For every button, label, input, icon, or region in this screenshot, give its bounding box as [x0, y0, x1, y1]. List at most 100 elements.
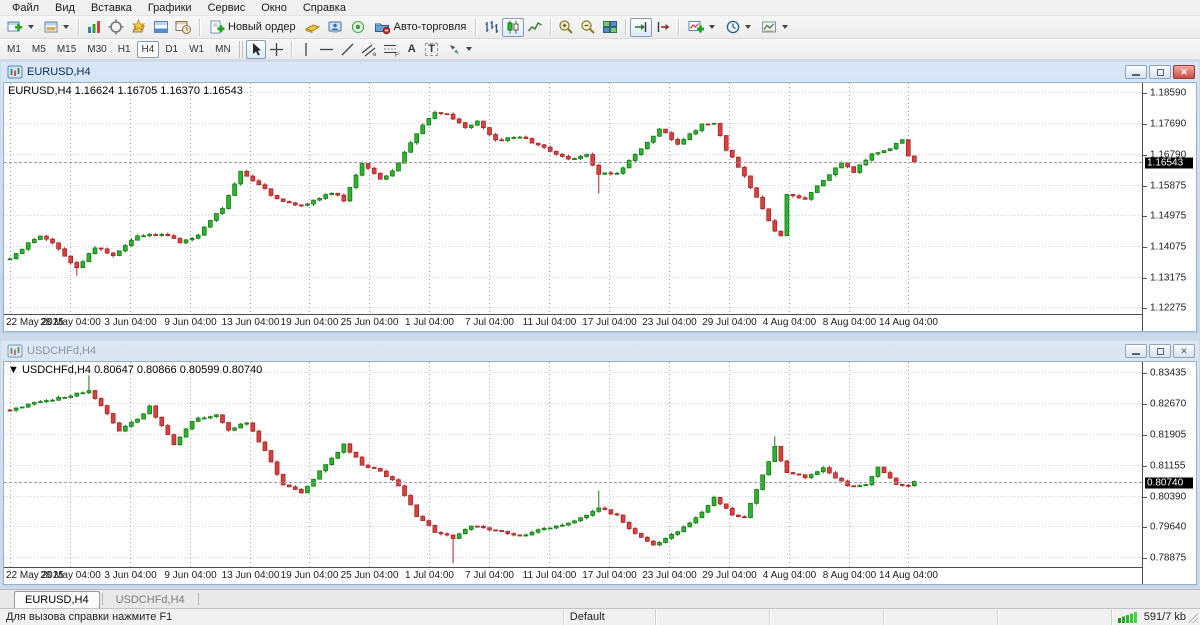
timeframe-button-h4[interactable]: H4 [137, 41, 160, 58]
status-bar: Для вызова справки нажмите F1 Default 59… [0, 608, 1200, 625]
candlestick-mode-button[interactable] [502, 18, 524, 37]
indicators-button[interactable] [683, 18, 720, 37]
price-axis-usdchf[interactable]: 0.834350.826700.819050.811550.803900.796… [1142, 362, 1196, 584]
timeframe-button-h1[interactable]: H1 [113, 41, 136, 58]
current-price-tag: 1.16543 [1145, 157, 1193, 168]
minimize-button[interactable] [1125, 344, 1147, 358]
price-tick-mark [1143, 278, 1147, 279]
text-label-tool-button[interactable]: T [422, 40, 442, 59]
chart-tab[interactable]: USDCHFd,H4 [105, 591, 196, 608]
market-watch-button[interactable] [83, 18, 105, 37]
news-button[interactable] [347, 18, 369, 37]
cursor-tool-button[interactable] [246, 40, 266, 59]
timeframe-button-m30[interactable]: M30 [82, 41, 111, 58]
time-tick-label: 29 Jul 04:00 [702, 317, 757, 328]
bar-chart-mode-button[interactable] [480, 18, 502, 37]
titlebar-eurusd[interactable]: EURUSD,H4 ✕ [3, 64, 1197, 82]
chart-shift-button[interactable] [652, 18, 674, 37]
restore-button[interactable] [1149, 65, 1171, 79]
minimize-button[interactable] [1125, 65, 1147, 79]
titlebar-usdchf[interactable]: USDCHFd,H4 ✕ [3, 343, 1197, 361]
chevron-down-icon [63, 25, 69, 29]
timeframe-button-w1[interactable]: W1 [184, 41, 209, 58]
toolbar-standard: Новый ордер Авто-торговля [0, 16, 1200, 39]
chart-window-usdchf[interactable]: USDCHFd,H4 ✕ ▼ USDCHFd,H4 0.80647 0.8086… [1, 341, 1199, 587]
timeframe-button-m5[interactable]: M5 [27, 41, 51, 58]
navigator-button[interactable] [127, 18, 150, 37]
horizontal-line-tool-button[interactable] [316, 40, 337, 59]
candlestick-icon [505, 19, 521, 35]
text-tool-button[interactable]: A [402, 40, 422, 59]
toolbar-timeframes-drawing: M1M5M15M30H1H4D1W1MN e F A T [0, 39, 1200, 60]
arrows-tool-button[interactable] [442, 40, 477, 59]
tile-windows-button[interactable] [599, 18, 621, 37]
traffic-label: 591/7 kb [1144, 611, 1186, 623]
menu-item[interactable]: Файл [4, 1, 47, 15]
menu-item[interactable]: Сервис [200, 1, 254, 15]
templates-button[interactable] [756, 18, 793, 37]
mdi-area: EURUSD,H4 ✕ EURUSD,H4 1.16624 1.16705 1.… [0, 60, 1200, 589]
price-axis-eurusd[interactable]: 1.185901.176901.167901.158751.149751.140… [1142, 83, 1196, 331]
separator [291, 41, 292, 58]
menu-item[interactable]: Вставка [83, 1, 140, 15]
status-section-empty [884, 609, 998, 625]
chevron-down-icon [782, 25, 788, 29]
menu-item[interactable]: Справка [295, 1, 354, 15]
timeframe-button-m1[interactable]: M1 [2, 41, 26, 58]
horizontal-line-icon [319, 42, 334, 57]
autotrading-button[interactable]: Авто-торговля [369, 18, 472, 37]
metaeditor-button[interactable] [301, 18, 324, 37]
price-tick-mark [1143, 186, 1147, 187]
trendline-tool-button[interactable] [337, 40, 358, 59]
price-tick-mark [1143, 308, 1147, 309]
zoom-out-button[interactable] [577, 18, 599, 37]
candlestick-plot-usdchf[interactable]: ▼ USDCHFd,H4 0.80647 0.80866 0.80599 0.8… [4, 362, 1142, 567]
timeframe-button-m15[interactable]: M15 [52, 41, 81, 58]
restore-button[interactable] [1149, 344, 1171, 358]
chart-title: USDCHFd,H4 [27, 345, 96, 357]
strategy-tester-button[interactable] [172, 18, 195, 37]
new-order-button[interactable]: Новый ордер [204, 18, 301, 37]
new-chart-icon [7, 19, 24, 35]
new-chart-button[interactable] [2, 18, 39, 37]
toolbar-grip[interactable] [239, 41, 243, 58]
time-tick-label: 7 Jul 04:00 [465, 317, 514, 328]
terminal-button[interactable] [150, 18, 172, 37]
equidistant-channel-tool-button[interactable]: e [358, 40, 380, 59]
candlestick-plot-eurusd[interactable]: EURUSD,H4 1.16624 1.16705 1.16370 1.1654… [4, 83, 1142, 314]
chart-window-eurusd[interactable]: EURUSD,H4 ✕ EURUSD,H4 1.16624 1.16705 1.… [1, 62, 1199, 334]
time-axis-eurusd[interactable]: 22 May 202528 May 04:003 Jun 04:009 Jun … [4, 314, 1142, 331]
close-button[interactable]: ✕ [1173, 344, 1195, 358]
fibonacci-tool-button[interactable]: F [380, 40, 402, 59]
close-button[interactable]: ✕ [1173, 65, 1195, 79]
price-tick-label: 1.17690 [1150, 118, 1186, 129]
timeframe-button-mn[interactable]: MN [210, 41, 236, 58]
zoom-in-button[interactable] [555, 18, 577, 37]
menu-item[interactable]: Графики [140, 1, 200, 15]
price-tick-mark [1143, 497, 1147, 498]
community-button[interactable] [324, 18, 347, 37]
time-tick-label: 19 Jun 04:00 [281, 317, 339, 328]
status-connection[interactable]: 591/7 kb [1112, 609, 1200, 625]
profiles-button[interactable] [39, 18, 74, 37]
line-chart-mode-button[interactable] [524, 18, 546, 37]
cursor-icon [249, 42, 263, 57]
menu-item[interactable]: Вид [47, 1, 83, 15]
time-tick-label: 8 Aug 04:00 [823, 317, 876, 328]
time-axis-usdchf[interactable]: 22 May 202528 May 04:003 Jun 04:009 Jun … [4, 567, 1142, 584]
menu-item[interactable]: Окно [253, 1, 295, 15]
status-section-empty [656, 609, 770, 625]
autoscroll-button[interactable] [630, 18, 652, 37]
crosshair-tool-button[interactable] [266, 40, 287, 59]
periods-button[interactable] [720, 18, 756, 37]
timeframe-button-d1[interactable]: D1 [160, 41, 183, 58]
status-profile[interactable]: Default [564, 609, 656, 625]
time-tick-label: 1 Jul 04:00 [405, 317, 454, 328]
community-icon [327, 19, 344, 35]
chart-tab[interactable]: EURUSD,H4 [14, 591, 100, 608]
resize-grip[interactable] [1188, 613, 1198, 623]
data-window-button[interactable] [105, 18, 127, 37]
vertical-line-tool-button[interactable] [296, 40, 316, 59]
templates-icon [761, 19, 778, 35]
market-watch-icon [86, 19, 102, 35]
